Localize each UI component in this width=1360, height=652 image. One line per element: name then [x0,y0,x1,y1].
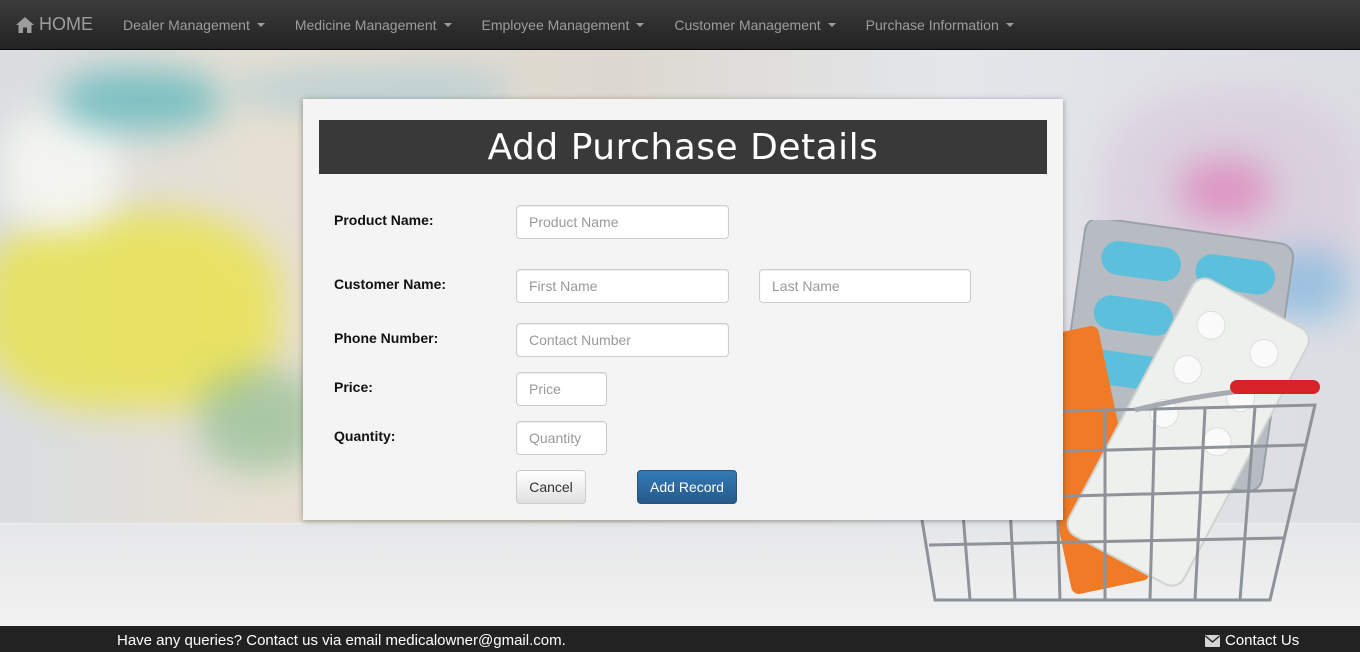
price-label: Price: [334,379,373,395]
caret-down-icon [1005,22,1014,27]
footer-contact-text: Have any queries? Contact us via email m… [117,632,566,649]
price-input[interactable] [516,372,607,406]
phone-number-input[interactable] [516,323,729,357]
caret-down-icon [636,22,645,27]
caret-down-icon [827,22,836,27]
nav-customer-management[interactable]: Customer Management [659,0,850,50]
cancel-button[interactable]: Cancel [516,470,586,504]
quantity-label: Quantity: [334,428,396,444]
home-label: HOME [39,14,93,34]
customer-name-label: Customer Name: [334,276,447,292]
caret-down-icon [443,22,452,27]
nav-dealer-management[interactable]: Dealer Management [108,0,280,50]
footer: Have any queries? Contact us via email m… [0,626,1360,652]
page-title: Add Purchase Details [319,120,1047,174]
first-name-input[interactable] [516,269,729,303]
top-navbar: HOME Dealer Management Medicine Manageme… [0,0,1360,50]
home-link[interactable]: HOME [0,0,108,50]
quantity-input[interactable] [516,421,607,455]
product-name-input[interactable] [516,205,729,239]
nav-item-label: Medicine Management [294,16,437,33]
phone-number-label: Phone Number: [334,330,439,346]
nav-item-label: Dealer Management [123,16,250,33]
nav-item-label: Customer Management [674,16,821,33]
nav-item-label: Employee Management [481,16,630,33]
nav-purchase-information[interactable]: Purchase Information [851,0,1029,50]
add-purchase-form-panel: Add Purchase Details Product Name: Custo… [303,99,1063,520]
add-record-button[interactable]: Add Record [637,470,737,504]
last-name-input[interactable] [759,269,971,303]
contact-us-link[interactable]: Contact Us [1205,632,1299,649]
nav-employee-management[interactable]: Employee Management [467,0,660,50]
nav-item-label: Purchase Information [865,16,999,33]
home-icon [16,16,34,33]
contact-us-label: Contact Us [1225,632,1300,649]
nav-medicine-management[interactable]: Medicine Management [280,0,467,50]
caret-down-icon [256,22,265,27]
product-name-label: Product Name: [334,212,434,228]
envelope-icon [1205,634,1220,647]
